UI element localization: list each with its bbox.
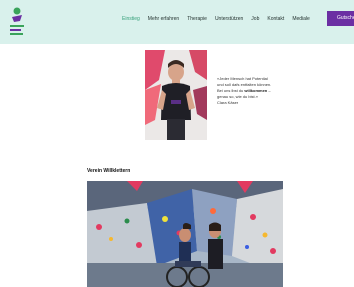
nav-item-kontakt[interactable]: Kontakt [267, 16, 284, 23]
site-header: Einstieg Mehr erfahren Therapie Unterstü… [0, 0, 354, 44]
quote-text: – [267, 88, 271, 93]
nav-item-unterstuetzen[interactable]: Unterstützen [215, 16, 243, 23]
portrait-photo [145, 50, 207, 140]
gutschein-button[interactable]: Gutsche [327, 11, 354, 26]
intro-quote: «Jeder Mensch hat Potential und soll daf… [217, 76, 277, 106]
climbing-hall-photo [87, 181, 283, 287]
nav-item-einstieg[interactable]: Einstieg [122, 16, 140, 23]
organization-logo-icon[interactable] [8, 6, 26, 38]
quote-author: Clara Käser [217, 100, 239, 105]
quote-emphasis: willkommen [244, 88, 268, 93]
nav-item-job[interactable]: Job [251, 16, 259, 23]
main-navigation: Einstieg Mehr erfahren Therapie Unterstü… [122, 16, 318, 23]
nav-item-mehr-erfahren[interactable]: Mehr erfahren [148, 16, 179, 23]
section-title: Verein Willklettern [87, 168, 131, 174]
nav-item-mediale[interactable]: Mediale [292, 16, 310, 23]
quote-text: Bei uns lbst du [217, 88, 245, 93]
nav-item-therapie[interactable]: Therapie [187, 16, 207, 23]
